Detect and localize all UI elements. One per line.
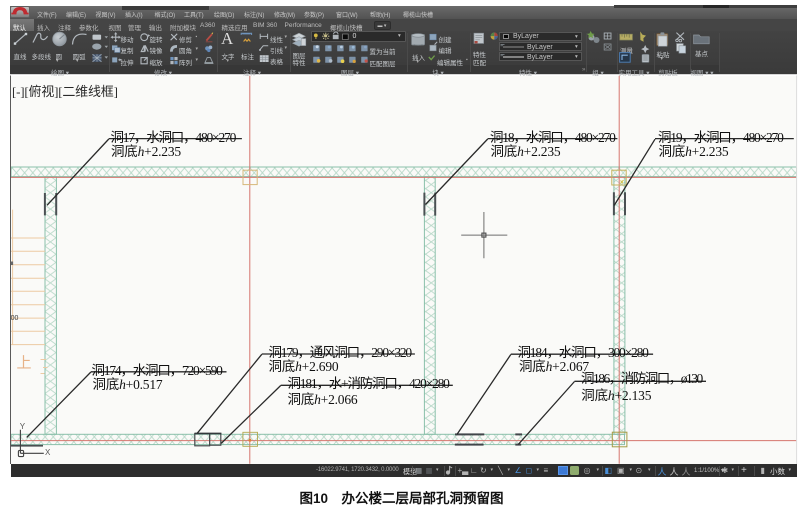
svg-text:X: X bbox=[45, 448, 51, 457]
svg-text:Y: Y bbox=[20, 422, 26, 431]
svg-text:00: 00 bbox=[11, 315, 19, 322]
svg-text:上: 上 bbox=[17, 355, 32, 372]
